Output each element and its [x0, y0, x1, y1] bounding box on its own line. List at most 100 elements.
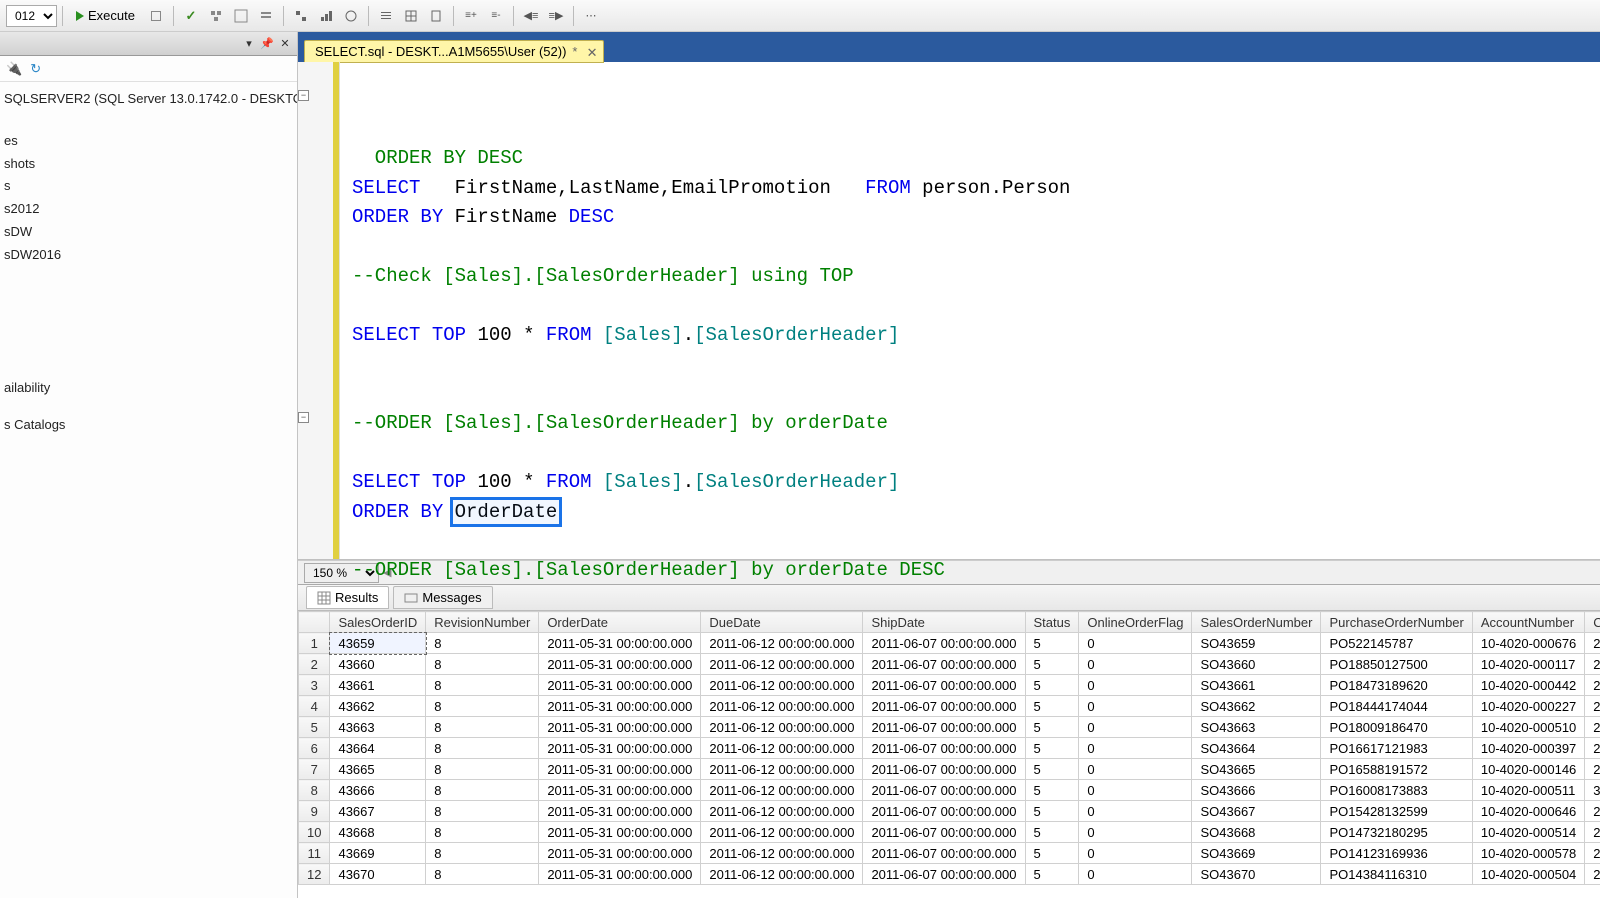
cell[interactable]: 2011-05-31 00:00:00.000 [539, 675, 701, 696]
database-dropdown[interactable]: 012 [6, 5, 57, 27]
cell[interactable]: 29672 [1585, 654, 1600, 675]
cell[interactable]: 2011-06-12 00:00:00.000 [701, 759, 863, 780]
cell[interactable]: 29825 [1585, 633, 1600, 654]
cell[interactable]: 10-4020-000146 [1472, 759, 1584, 780]
cell[interactable]: SO43670 [1192, 864, 1321, 885]
cell[interactable]: 2011-06-12 00:00:00.000 [701, 633, 863, 654]
cell[interactable]: 10-4020-000676 [1472, 633, 1584, 654]
cell[interactable]: 0 [1079, 738, 1192, 759]
cell[interactable]: 8 [426, 654, 539, 675]
cell[interactable]: 10-4020-000227 [1472, 696, 1584, 717]
server-node[interactable]: SQLSERVER2 (SQL Server 13.0.1742.0 - DES… [4, 88, 293, 112]
cell[interactable]: 43665 [330, 759, 426, 780]
cell[interactable]: 2011-06-07 00:00:00.000 [863, 717, 1025, 738]
cell[interactable]: 8 [426, 843, 539, 864]
row-number[interactable]: 8 [299, 780, 330, 801]
table-row[interactable]: 124367082011-05-31 00:00:00.0002011-06-1… [299, 864, 1600, 885]
cell[interactable]: 8 [426, 675, 539, 696]
cell[interactable]: 43666 [330, 780, 426, 801]
cell[interactable]: 2011-05-31 00:00:00.000 [539, 738, 701, 759]
results-text-button[interactable] [374, 4, 398, 28]
table-row[interactable]: 94366782011-05-31 00:00:00.0002011-06-12… [299, 801, 1600, 822]
query-options-button[interactable] [229, 4, 253, 28]
table-row[interactable]: 84366682011-05-31 00:00:00.0002011-06-12… [299, 780, 1600, 801]
cell[interactable]: 10-4020-000511 [1472, 780, 1584, 801]
cell[interactable]: PO18473189620 [1321, 675, 1472, 696]
cell[interactable]: 5 [1025, 759, 1079, 780]
cell[interactable]: 29565 [1585, 717, 1600, 738]
row-number[interactable]: 7 [299, 759, 330, 780]
client-stats-button[interactable] [339, 4, 363, 28]
cell[interactable]: 2011-06-07 00:00:00.000 [863, 633, 1025, 654]
cell[interactable]: 2011-06-12 00:00:00.000 [701, 864, 863, 885]
cell[interactable]: SO43663 [1192, 717, 1321, 738]
cell[interactable]: 2011-05-31 00:00:00.000 [539, 864, 701, 885]
cell[interactable]: PO16617121983 [1321, 738, 1472, 759]
debug-button[interactable] [144, 4, 168, 28]
table-row[interactable]: 14365982011-05-31 00:00:00.0002011-06-12… [299, 633, 1600, 654]
cell[interactable]: PO16008173883 [1321, 780, 1472, 801]
cell[interactable]: 43660 [330, 654, 426, 675]
cell[interactable]: 8 [426, 738, 539, 759]
cell[interactable]: PO14732180295 [1321, 822, 1472, 843]
fold-icon[interactable]: − [298, 90, 309, 101]
cell[interactable]: 2011-05-31 00:00:00.000 [539, 822, 701, 843]
pin-icon[interactable]: 📌 [259, 36, 275, 52]
parse-button[interactable]: ✓ [179, 4, 203, 28]
tree-node[interactable]: shots [4, 153, 293, 176]
row-number[interactable]: 9 [299, 801, 330, 822]
cell[interactable]: 43663 [330, 717, 426, 738]
cell[interactable]: SO43661 [1192, 675, 1321, 696]
cell[interactable]: 5 [1025, 780, 1079, 801]
cell[interactable]: 2011-06-12 00:00:00.000 [701, 738, 863, 759]
sql-editor[interactable]: ORDER BY DESCSELECT FirstName,LastName,E… [340, 62, 1600, 559]
cell[interactable]: 10-4020-000442 [1472, 675, 1584, 696]
include-plan-button[interactable] [289, 4, 313, 28]
cell[interactable]: PO16588191572 [1321, 759, 1472, 780]
intellisense-button[interactable] [254, 4, 278, 28]
cell[interactable]: PO15428132599 [1321, 801, 1472, 822]
cell[interactable]: 5 [1025, 864, 1079, 885]
cell[interactable]: SO43667 [1192, 801, 1321, 822]
row-number[interactable]: 6 [299, 738, 330, 759]
cell[interactable]: SO43662 [1192, 696, 1321, 717]
cell[interactable]: SO43668 [1192, 822, 1321, 843]
cell[interactable]: 43668 [330, 822, 426, 843]
cell[interactable]: 2011-05-31 00:00:00.000 [539, 759, 701, 780]
cell[interactable]: 5 [1025, 822, 1079, 843]
cell[interactable]: 29580 [1585, 759, 1600, 780]
connect-icon[interactable]: 🔌 [6, 61, 22, 77]
cell[interactable]: 43667 [330, 801, 426, 822]
cell[interactable]: 2011-05-31 00:00:00.000 [539, 801, 701, 822]
results-grid-button[interactable] [399, 4, 423, 28]
cell[interactable]: 43662 [330, 696, 426, 717]
cell[interactable]: 29566 [1585, 864, 1600, 885]
cell[interactable]: 2011-06-07 00:00:00.000 [863, 675, 1025, 696]
cell[interactable]: 2011-06-07 00:00:00.000 [863, 696, 1025, 717]
cell[interactable]: 43659 [330, 633, 426, 654]
cell[interactable]: 2011-06-07 00:00:00.000 [863, 759, 1025, 780]
cell[interactable]: 2011-06-07 00:00:00.000 [863, 843, 1025, 864]
cell[interactable]: 10-4020-000510 [1472, 717, 1584, 738]
cell[interactable]: 2011-06-07 00:00:00.000 [863, 801, 1025, 822]
cell[interactable]: 29747 [1585, 843, 1600, 864]
cell[interactable]: SO43669 [1192, 843, 1321, 864]
cell[interactable]: 2011-06-12 00:00:00.000 [701, 675, 863, 696]
cell[interactable]: 2011-06-12 00:00:00.000 [701, 780, 863, 801]
cell[interactable]: 43670 [330, 864, 426, 885]
object-tree[interactable]: SQLSERVER2 (SQL Server 13.0.1742.0 - DES… [0, 82, 297, 898]
cell[interactable]: 10-4020-000397 [1472, 738, 1584, 759]
cell[interactable]: 8 [426, 864, 539, 885]
fold-icon[interactable]: − [298, 412, 309, 423]
cell[interactable]: 0 [1079, 759, 1192, 780]
tree-folder[interactable]: ailability [4, 377, 293, 415]
cell[interactable]: 2011-05-31 00:00:00.000 [539, 843, 701, 864]
cell[interactable]: 2011-06-12 00:00:00.000 [701, 696, 863, 717]
cell[interactable]: 0 [1079, 822, 1192, 843]
sidebar-dropdown-icon[interactable]: ▾ [241, 36, 257, 52]
execute-button[interactable]: Execute [68, 4, 143, 28]
cell[interactable]: 5 [1025, 801, 1079, 822]
row-number[interactable]: 12 [299, 864, 330, 885]
close-icon[interactable]: ✕ [277, 36, 293, 52]
cell[interactable]: 2011-05-31 00:00:00.000 [539, 633, 701, 654]
